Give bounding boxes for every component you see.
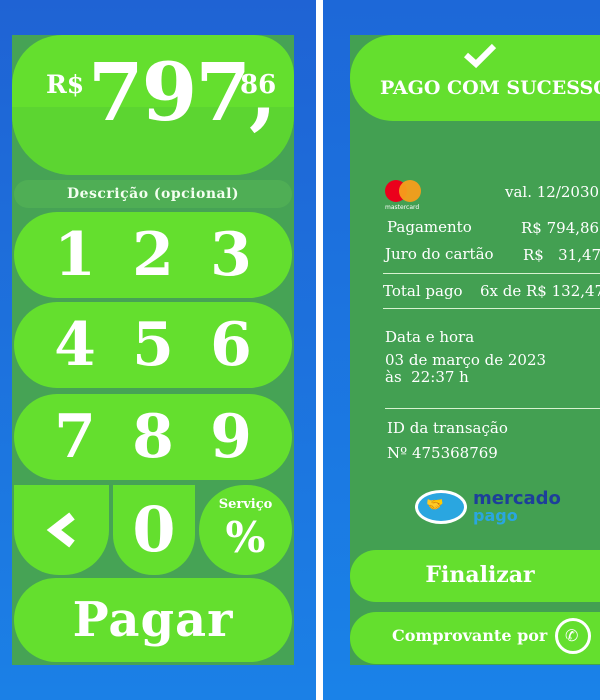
- mastercard-logo: mastercard: [385, 180, 425, 212]
- key-2[interactable]: 2: [123, 225, 183, 285]
- interest-label: Juro do cartão: [385, 245, 494, 263]
- keypad-row-2: 4 5 6: [14, 302, 292, 388]
- interest-value: R$ 31,47: [523, 246, 600, 264]
- key-0[interactable]: 0: [124, 499, 184, 561]
- pay-button[interactable]: Pagar: [14, 578, 292, 662]
- whatsapp-icon: ✆: [555, 618, 591, 654]
- datetime-label: Data e hora: [385, 328, 475, 346]
- currency-symbol: R$: [46, 70, 85, 99]
- success-banner: PAGO COM SUCESSO: [350, 35, 600, 121]
- finish-button[interactable]: Finalizar: [350, 550, 600, 602]
- total-label: Total pago: [383, 282, 463, 300]
- percent-icon: %: [225, 513, 266, 562]
- time-value: às 22:37 h: [385, 368, 469, 386]
- handshake-icon: 🤝: [426, 497, 444, 513]
- key-0-button[interactable]: 0: [113, 485, 195, 575]
- keypad-row-1: 1 2 3: [14, 212, 292, 298]
- key-5[interactable]: 5: [123, 315, 183, 375]
- chevron-left-icon: [46, 512, 75, 548]
- key-6[interactable]: 6: [201, 315, 261, 375]
- payment-screen: R$ 797, 86 Descrição (opcional) 1 2 3 4 …: [0, 0, 316, 700]
- payment-label: Pagamento: [387, 218, 472, 236]
- date-value: 03 de março de 2023: [385, 351, 547, 369]
- divider-line: [385, 408, 600, 409]
- keypad-row-3: 7 8 9: [14, 394, 292, 480]
- panel-divider: [316, 0, 323, 700]
- divider-line: [383, 273, 600, 274]
- transaction-id-value: Nº 475368769: [387, 444, 498, 462]
- key-3[interactable]: 3: [201, 225, 261, 285]
- transaction-id-label: ID da transação: [387, 419, 508, 437]
- payment-value: R$ 794,86: [521, 219, 600, 237]
- key-9[interactable]: 9: [201, 407, 261, 467]
- backspace-button[interactable]: [14, 485, 109, 575]
- card-validity: val. 12/2030: [505, 183, 600, 201]
- share-receipt-button[interactable]: Comprovante por ✆: [350, 612, 600, 664]
- success-title: PAGO COM SUCESSO: [380, 77, 600, 99]
- total-value: 6x de R$ 132,47: [480, 282, 600, 300]
- service-label: Serviço: [218, 497, 273, 512]
- service-fee-button[interactable]: Serviço %: [199, 485, 292, 575]
- description-input[interactable]: Descrição (opcional): [14, 180, 292, 208]
- key-7[interactable]: 7: [45, 407, 105, 467]
- amount-cents: 86: [240, 70, 277, 100]
- divider-line: [383, 308, 600, 309]
- share-receipt-label: Comprovante por: [392, 626, 548, 645]
- key-8[interactable]: 8: [123, 407, 183, 467]
- check-icon: [350, 41, 600, 77]
- key-4[interactable]: 4: [45, 315, 105, 375]
- receipt-screen: PAGO COM SUCESSO mastercard val. 12/2030…: [323, 0, 600, 700]
- key-1[interactable]: 1: [45, 225, 105, 285]
